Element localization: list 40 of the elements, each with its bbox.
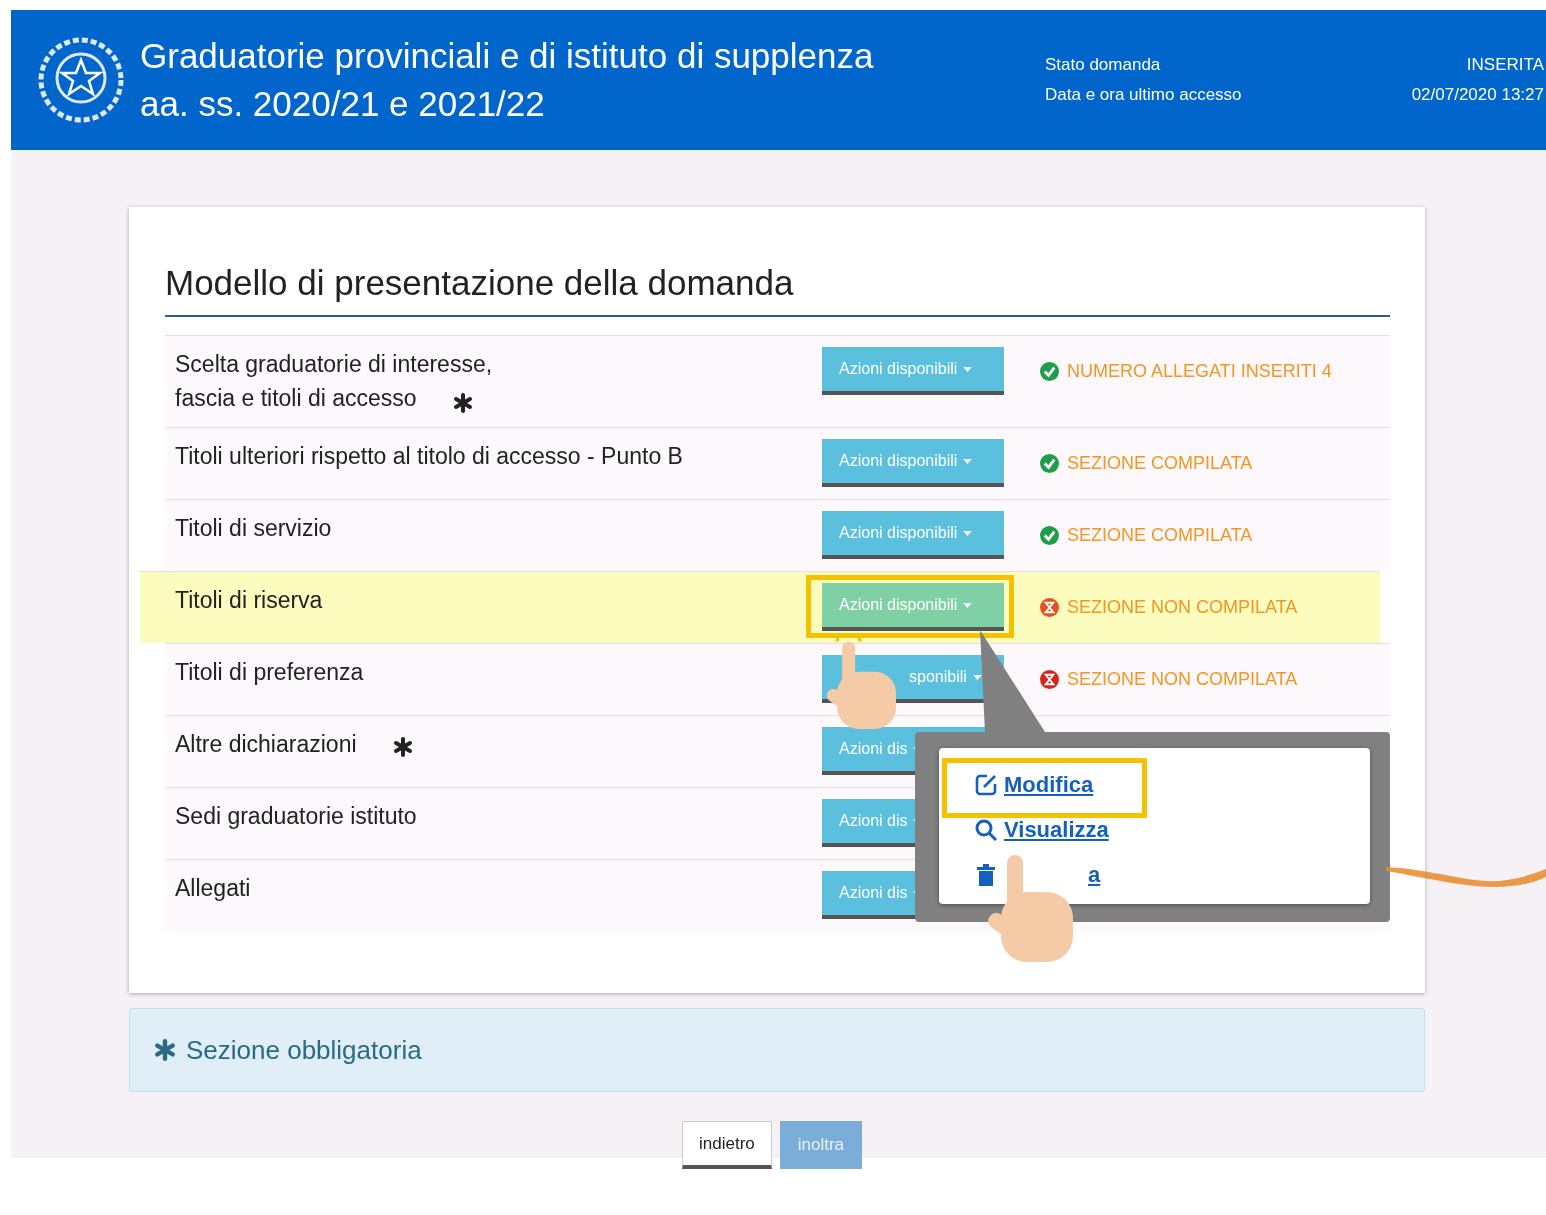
section-label: Allegati: [175, 874, 251, 903]
info-label: Data e ora ultimo accesso: [1045, 84, 1242, 106]
section-label: Titoli di riserva: [175, 586, 323, 615]
caret-icon: [963, 366, 973, 372]
back-button[interactable]: indietro: [682, 1121, 772, 1169]
actions-dropdown-button[interactable]: Azioni disponibili: [822, 583, 1004, 631]
trash-icon: [974, 862, 998, 887]
edit-icon: [974, 772, 998, 797]
menu-link[interactable]: a: [1088, 861, 1101, 888]
section-label: Altre dichiarazioni: [175, 730, 357, 759]
section-label: fascia e titoli di accesso: [175, 384, 417, 413]
info-label: Stato domanda: [1045, 54, 1161, 76]
app-title: aa. ss. 2020/21 e 2021/22: [140, 83, 546, 125]
note-text: Sezione obbligatoria: [186, 1034, 422, 1066]
status-text: SEZIONE NON COMPILATA: [1067, 597, 1298, 618]
section-label: Sedi graduatorie istituto: [175, 802, 417, 831]
caret-icon: [972, 674, 982, 680]
section-label: Titoli di servizio: [175, 514, 332, 543]
actions-dropdown-button[interactable]: Azioni disponibili: [822, 511, 1004, 559]
section-label: Titoli di preferenza: [175, 658, 364, 687]
card-title: Modello di presentazione della domanda: [165, 263, 1390, 317]
info-value: 02/07/2020 13:27: [1411, 84, 1545, 106]
search-icon: [974, 817, 998, 842]
asterisk-icon: [154, 1039, 176, 1061]
status-text: SEZIONE COMPILATA: [1067, 525, 1253, 546]
status-text: SEZIONE NON COMPILATA: [1067, 669, 1298, 690]
actions-dropdown-button[interactable]: Azioni disponibili: [822, 347, 1004, 395]
menu-link[interactable]: Visualizza: [1004, 816, 1109, 843]
actions-dropdown-button[interactable]: Azioni disponibili: [822, 439, 1004, 487]
caret-icon: [963, 458, 973, 464]
menu-link[interactable]: Modifica: [1004, 771, 1094, 798]
status-text: SEZIONE COMPILATA: [1067, 453, 1253, 474]
caret-icon: [963, 530, 973, 536]
status-text: NUMERO ALLEGATI INSERITI 4: [1067, 361, 1332, 382]
section-label: Titoli ulteriori rispetto al titolo di accesso - Punto B: [175, 442, 683, 471]
section-label: Scelta graduatorie di interesse,: [175, 350, 493, 379]
caret-icon: [963, 602, 973, 608]
app-title: Graduatorie provinciali e di istituto di supplenza: [140, 35, 875, 77]
submit-button[interactable]: inoltra: [779, 1121, 863, 1169]
info-value: INSERITA: [1466, 54, 1545, 76]
